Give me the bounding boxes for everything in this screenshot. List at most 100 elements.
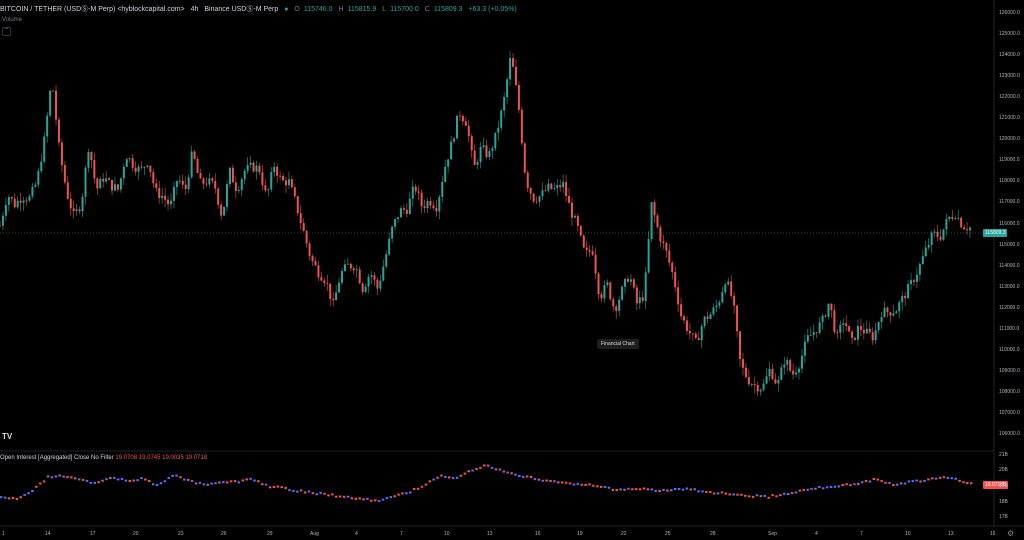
candle-body	[397, 217, 400, 220]
candle-body	[0, 225, 1, 227]
interval-label[interactable]: 4h	[191, 6, 199, 13]
candle-body	[839, 324, 842, 333]
candle-body	[750, 384, 753, 386]
candle-body	[506, 79, 509, 98]
candle-body	[665, 243, 668, 251]
oi-bar	[736, 493, 739, 496]
oi-bar	[222, 481, 225, 484]
candle-body	[10, 197, 13, 199]
candle-body	[113, 184, 116, 191]
oi-bar	[31, 490, 34, 493]
candle-body	[538, 196, 541, 202]
candle-body	[845, 323, 848, 326]
oi-bar	[436, 476, 439, 479]
oi-bar	[54, 475, 58, 478]
collapse-chevron-icon[interactable]: ⌃	[2, 27, 11, 36]
oi-bar	[857, 482, 860, 485]
candle-body	[641, 297, 644, 301]
candle-body	[568, 195, 571, 203]
oi-bar	[818, 485, 821, 488]
candle-body	[588, 249, 591, 252]
price-tick: 125000.0	[999, 31, 1020, 38]
oi-bar	[720, 491, 724, 494]
oi-bar	[432, 478, 435, 481]
candle-body	[140, 166, 143, 168]
candle-body	[31, 186, 34, 197]
candle-body	[246, 164, 249, 171]
candle-body	[921, 256, 924, 265]
oi-bar	[833, 485, 837, 488]
candle-body	[898, 302, 901, 312]
oi-bar	[112, 476, 116, 479]
oi-bar	[615, 488, 619, 491]
low-value: 115700.0	[390, 6, 419, 13]
candle-body	[223, 206, 226, 216]
candle-body	[966, 229, 969, 231]
candle-body	[13, 198, 16, 208]
oi-bar	[261, 483, 264, 486]
candle-body	[901, 295, 904, 303]
oi-bar	[467, 470, 470, 473]
symbol-title[interactable]: BITCOIN / TETHER (USDⓈ-M Perp) <hyblockc…	[0, 6, 185, 13]
oi-bar	[120, 478, 124, 481]
oi-bar	[634, 488, 638, 491]
candle-body	[231, 167, 234, 183]
volume-label[interactable]: Volume	[2, 17, 22, 23]
candle-body	[553, 188, 556, 189]
candle-body	[279, 175, 282, 177]
candle-body	[417, 191, 420, 193]
tradingview-logo[interactable]: TV	[2, 432, 15, 442]
oi-bar	[763, 494, 767, 497]
candle-body	[447, 159, 450, 167]
oi-bar	[331, 493, 334, 496]
candle-body	[128, 158, 131, 160]
oi-bar	[58, 474, 61, 477]
candle-body	[175, 181, 178, 187]
oi-bar	[416, 487, 420, 490]
candle-body	[535, 201, 538, 203]
candle-body	[464, 121, 467, 126]
candle-body	[349, 263, 352, 269]
oi-tick: 21B	[999, 452, 1008, 458]
oi-bar	[864, 479, 868, 482]
candle-body	[172, 186, 175, 201]
candle-body	[936, 231, 939, 237]
candle-body	[432, 205, 435, 209]
candle-body	[385, 254, 388, 267]
candle-body	[60, 142, 63, 166]
candle-body	[81, 196, 84, 212]
candle-body	[618, 299, 621, 311]
candle-body	[458, 115, 461, 117]
oi-bar	[638, 488, 642, 491]
candle-body	[948, 217, 951, 219]
candle-body	[488, 150, 491, 158]
price-tick: 119000.0	[999, 157, 1020, 164]
oi-bar	[385, 497, 389, 500]
oi-bar	[658, 490, 661, 493]
oi-bar	[938, 476, 942, 479]
candle-body	[52, 90, 55, 92]
candle-body	[358, 269, 361, 284]
candle-body	[211, 178, 214, 181]
chart-legend[interactable]: BITCOIN / TETHER (USDⓈ-M Perp) <hyblockc…	[0, 4, 521, 14]
candle-body	[712, 307, 715, 315]
oi-bar	[611, 488, 615, 491]
settings-gear-icon[interactable]: ⚙	[1007, 529, 1014, 538]
candle-body	[497, 127, 500, 133]
candle-body	[302, 222, 305, 232]
candle-body	[795, 372, 798, 375]
candle-body	[927, 244, 930, 248]
candle-body	[426, 201, 429, 209]
open-interest-legend[interactable]: Open Interest [Aggregated] Close No Filt…	[0, 455, 207, 461]
candle-body	[220, 204, 223, 216]
candle-body	[25, 200, 28, 202]
time-tick: 13	[487, 531, 493, 537]
candle-body	[565, 182, 568, 196]
candle-body	[164, 195, 167, 200]
oi-bar	[292, 489, 295, 492]
oi-bar	[159, 482, 163, 485]
oi-bar	[276, 485, 280, 488]
candle-body	[827, 303, 830, 317]
time-tick: Aug	[310, 531, 319, 537]
candle-body	[871, 332, 874, 341]
